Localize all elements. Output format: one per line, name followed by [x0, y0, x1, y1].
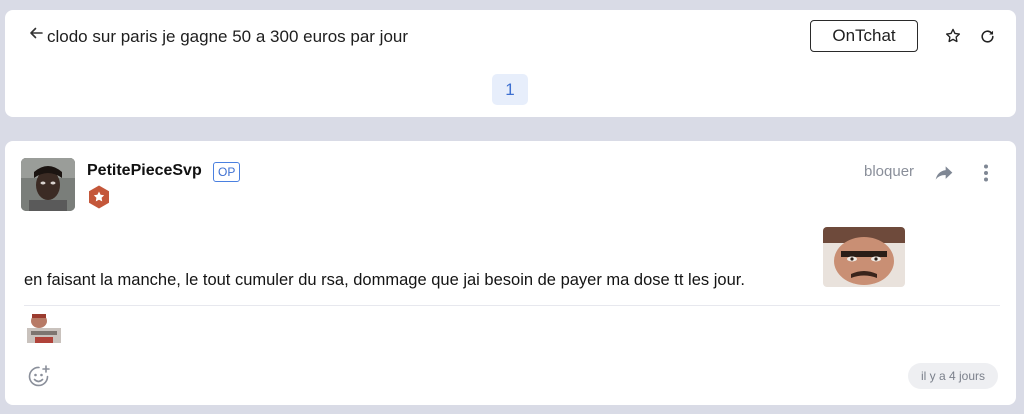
post-message-text: en faisant la manche, le tout cumuler du… [24, 271, 745, 289]
ontchat-button[interactable]: OnTchat [810, 20, 918, 52]
share-button[interactable] [931, 160, 957, 186]
more-options-button[interactable] [973, 160, 999, 186]
back-button[interactable] [23, 20, 49, 46]
block-user-link[interactable]: bloquer [864, 163, 914, 180]
post-sticker-image [823, 227, 905, 287]
add-reaction-button[interactable] [25, 363, 53, 391]
share-arrow-icon [935, 166, 953, 180]
refresh-button[interactable] [974, 23, 1000, 49]
star-icon [945, 28, 961, 43]
more-vertical-icon [984, 164, 988, 182]
refresh-icon [980, 29, 994, 43]
op-badge: OP [213, 162, 241, 182]
topic-title: clodo sur paris je gagne 50 a 300 euros … [47, 27, 409, 46]
post-card: PetitePieceSvp OP bloquer en faisant la … [5, 141, 1016, 405]
divider [24, 305, 1000, 306]
add-emoji-icon [28, 365, 50, 387]
post-timestamp: il y a 4 jours [908, 363, 998, 389]
favorite-button[interactable] [940, 23, 966, 49]
avatar[interactable] [21, 158, 75, 211]
reaction-sticker[interactable] [25, 311, 63, 343]
arrow-left-icon [30, 27, 43, 39]
star-badge-icon [89, 185, 109, 209]
post-author[interactable]: PetitePieceSvp [87, 162, 202, 180]
topic-header: clodo sur paris je gagne 50 a 300 euros … [5, 10, 1016, 117]
rank-badge [86, 184, 112, 210]
pagination-current-page[interactable]: 1 [492, 74, 528, 105]
